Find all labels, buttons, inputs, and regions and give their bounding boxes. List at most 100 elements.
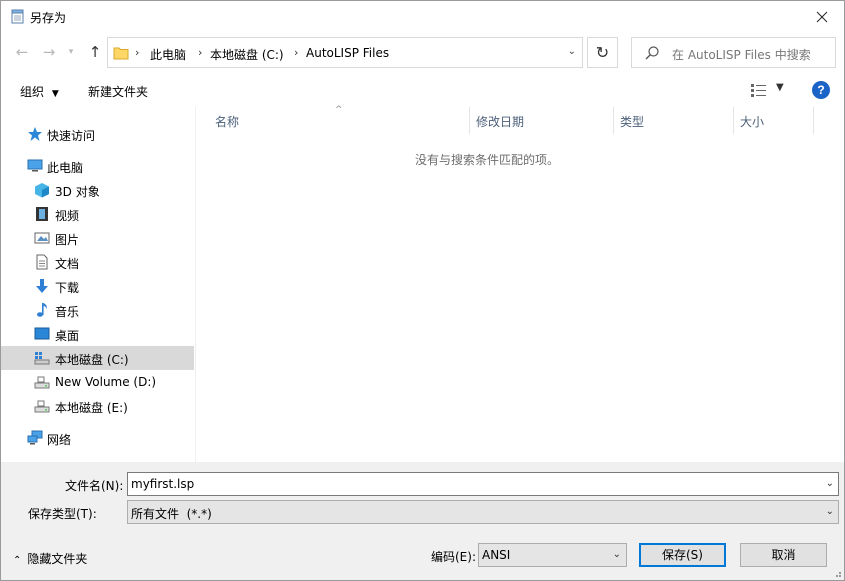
encoding-select[interactable]: ANSI ⌄	[478, 543, 627, 567]
close-button[interactable]	[800, 1, 844, 32]
sidebar-item-this-pc[interactable]: 此电脑	[1, 154, 194, 178]
column-header-date-modified[interactable]: 修改日期	[476, 113, 524, 130]
sidebar-item-new-volume-d[interactable]: New Volume (D:)	[1, 370, 194, 394]
encoding-label: 编码(E):	[431, 550, 476, 564]
sidebar-item-documents[interactable]: 文档	[1, 250, 194, 274]
drive-icon	[34, 376, 50, 389]
chevron-down-icon: ⌄	[612, 549, 621, 560]
sidebar-item-label: 音乐	[55, 305, 80, 319]
column-divider[interactable]	[733, 107, 734, 134]
hide-folders-label: 隐藏文件夹	[27, 552, 88, 566]
sidebar-item-label: 文档	[55, 257, 80, 271]
sidebar-item-label: 下载	[55, 281, 80, 295]
notepad-icon	[11, 9, 24, 24]
command-toolbar: 组织 ▼ 新建文件夹 ▼ ?	[1, 73, 844, 107]
sidebar-item-label: 快速访问	[47, 129, 96, 143]
back-button[interactable]: ←	[13, 43, 31, 61]
sidebar-item-label: 网络	[47, 433, 72, 447]
empty-list-message: 没有与搜索条件匹配的项。	[414, 153, 559, 167]
chevron-down-icon[interactable]: ⌄	[568, 46, 576, 57]
file-list: ^ 名称 修改日期 类型 大小 没有与搜索条件匹配的项。	[197, 105, 844, 462]
sidebar-item-network[interactable]: 网络	[1, 426, 194, 450]
breadcrumb-autolisp-files[interactable]: AutoLISP Files	[306, 46, 389, 60]
column-header-name[interactable]: 名称	[215, 113, 239, 130]
help-icon[interactable]: ?	[812, 81, 830, 99]
sidebar-item-label: 本地磁盘 (E:)	[55, 401, 128, 415]
column-divider[interactable]	[469, 107, 470, 134]
column-header-type[interactable]: 类型	[620, 113, 644, 130]
breadcrumb-separator-icon: ›	[294, 46, 299, 59]
chevron-down-icon: ⌄	[825, 506, 834, 517]
sidebar-item-videos[interactable]: 视频	[1, 202, 194, 226]
drive-os-icon	[34, 352, 50, 365]
breadcrumb-local-disk-c[interactable]: 本地磁盘 (C:)	[210, 46, 284, 63]
search-input[interactable]: 在 AutoLISP Files 中搜索	[631, 37, 836, 68]
breadcrumb-separator-icon: ›	[198, 46, 203, 59]
search-icon	[645, 46, 659, 60]
sidebar-item-label: 此电脑	[47, 161, 84, 175]
picture-icon	[34, 232, 50, 244]
filetype-label: 保存类型(T):	[28, 507, 97, 521]
window-title: 另存为	[30, 11, 67, 25]
chevron-down-icon: ▾	[68, 47, 74, 57]
refresh-button[interactable]: ↻	[587, 37, 618, 68]
view-options-icon[interactable]	[750, 82, 768, 98]
sidebar-item-3d-objects[interactable]: 3D 对象	[1, 178, 194, 202]
sidebar-item-downloads[interactable]: 下载	[1, 274, 194, 298]
sidebar-item-label: 本地磁盘 (C:)	[55, 353, 129, 367]
forward-button[interactable]: →	[40, 43, 58, 61]
sidebar-item-quick-access[interactable]: 快速访问	[1, 122, 194, 146]
sidebar-item-label: New Volume (D:)	[55, 375, 157, 389]
close-icon	[816, 11, 828, 22]
sidebar-item-local-disk-e[interactable]: 本地磁盘 (E:)	[1, 394, 194, 418]
navigation-bar: ← → ▾ ↑ › 此电脑 › 本地磁盘 (C:) › AutoLISP Fil…	[1, 33, 844, 71]
title-bar: 另存为	[1, 1, 844, 32]
filetype-select[interactable]: 所有文件 (*.*) ⌄	[127, 500, 839, 524]
drive-icon	[34, 400, 50, 413]
view-dropdown-caret-icon[interactable]: ▼	[776, 82, 784, 93]
sidebar-item-local-disk-c[interactable]: 本地磁盘 (C:)	[1, 346, 194, 370]
save-form: 文件名(N): myfirst.lsp ⌄ 保存类型(T): 所有文件 (*.*…	[1, 462, 844, 580]
cancel-button[interactable]: 取消	[740, 543, 827, 567]
refresh-icon: ↻	[595, 43, 610, 62]
network-icon	[27, 430, 43, 445]
breadcrumb-this-pc[interactable]: 此电脑	[150, 46, 186, 63]
column-divider[interactable]	[613, 107, 614, 134]
organize-menu-button[interactable]: 组织 ▼	[20, 83, 59, 100]
video-icon	[36, 207, 48, 221]
download-icon	[36, 279, 48, 293]
hide-folders-toggle[interactable]: ⌃ 隐藏文件夹	[13, 550, 87, 567]
encoding-value: ANSI	[482, 548, 511, 562]
forward-arrow-icon: →	[42, 43, 56, 61]
recent-locations-button[interactable]: ▾	[62, 43, 80, 61]
save-as-dialog: 另存为 ← → ▾ ↑ › 此电脑 › 本地磁盘 (C:) › AutoLISP…	[0, 0, 845, 581]
up-button[interactable]: ↑	[86, 43, 104, 61]
pane-splitter[interactable]	[195, 107, 196, 462]
sidebar-item-label: 桌面	[55, 329, 80, 343]
document-icon	[36, 254, 48, 270]
address-bar[interactable]: › 此电脑 › 本地磁盘 (C:) › AutoLISP Files ⌄	[107, 37, 583, 68]
filetype-value: 所有文件 (*.*)	[131, 507, 212, 521]
save-button[interactable]: 保存(S)	[639, 543, 726, 567]
filename-value: myfirst.lsp	[131, 477, 195, 491]
caret-down-icon: ▼	[51, 89, 59, 99]
new-folder-button[interactable]: 新建文件夹	[88, 83, 148, 100]
folder-icon	[113, 47, 129, 60]
resize-grip-icon[interactable]	[832, 568, 842, 578]
sidebar-item-label: 3D 对象	[55, 185, 100, 199]
chevron-down-icon[interactable]: ⌄	[826, 478, 834, 489]
sidebar-item-desktop[interactable]: 桌面	[1, 322, 194, 346]
search-placeholder: 在 AutoLISP Files 中搜索	[672, 48, 811, 62]
sidebar-item-music[interactable]: 音乐	[1, 298, 194, 322]
sort-ascending-icon: ^	[335, 105, 343, 115]
cube-3d-icon	[35, 183, 49, 198]
computer-icon	[27, 159, 43, 172]
column-divider[interactable]	[813, 107, 814, 134]
chevron-up-icon: ⌃	[13, 555, 22, 566]
star-icon	[28, 127, 42, 141]
sidebar-item-pictures[interactable]: 图片	[1, 226, 194, 250]
sidebar-item-label: 视频	[55, 209, 80, 223]
filename-field[interactable]: myfirst.lsp ⌄	[127, 472, 839, 496]
column-header-size[interactable]: 大小	[740, 113, 764, 130]
breadcrumb-separator-icon: ›	[135, 46, 140, 59]
